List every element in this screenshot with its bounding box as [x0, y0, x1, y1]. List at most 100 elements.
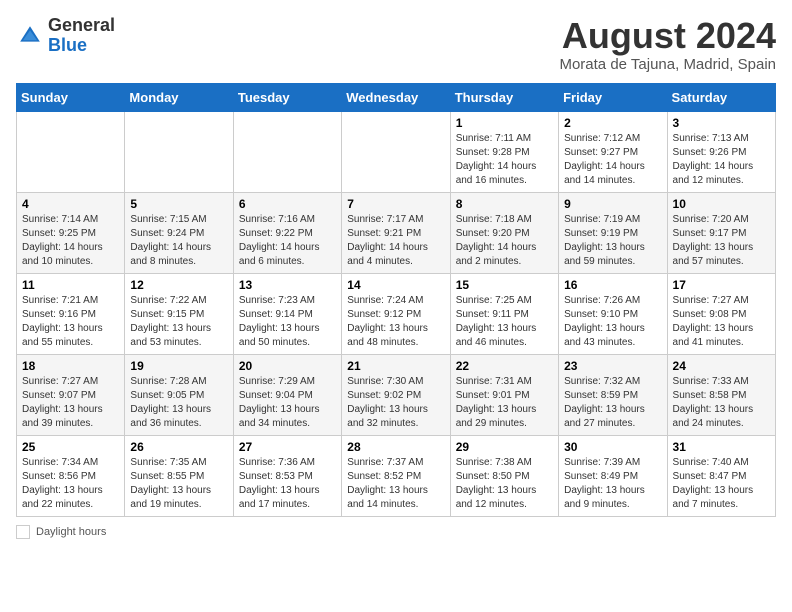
weekday-header-tuesday: Tuesday	[233, 83, 341, 111]
calendar-cell: 2 Sunrise: 7:12 AM Sunset: 9:27 PM Daylig…	[559, 111, 667, 192]
day-info: Sunrise: 7:30 AM Sunset: 9:02 PM Dayligh…	[347, 375, 444, 431]
day-info: Sunrise: 7:33 AM Sunset: 8:58 PM Dayligh…	[673, 375, 770, 431]
calendar-subtitle: Morata de Tajuna, Madrid, Spain	[559, 56, 776, 73]
weekday-header-monday: Monday	[125, 83, 233, 111]
day-info: Sunrise: 7:40 AM Sunset: 8:47 PM Dayligh…	[673, 456, 770, 512]
day-info: Sunrise: 7:24 AM Sunset: 9:12 PM Dayligh…	[347, 294, 444, 350]
day-number: 7	[347, 197, 444, 211]
day-number: 14	[347, 278, 444, 292]
day-number: 1	[456, 116, 553, 130]
calendar-cell: 26 Sunrise: 7:35 AM Sunset: 8:55 PM Dayli…	[125, 435, 233, 516]
calendar-cell: 8Sunrise: 7:18 AM Sunset: 9:20 PM Daylig…	[450, 192, 558, 273]
day-info: Sunrise: 7:37 AM Sunset: 8:52 PM Dayligh…	[347, 456, 444, 512]
calendar-cell	[17, 111, 125, 192]
day-info: Sunrise: 7:39 AM Sunset: 8:49 PM Dayligh…	[564, 456, 661, 512]
week-row-4: 18 Sunrise: 7:27 AM Sunset: 9:07 PM Dayli…	[17, 354, 776, 435]
week-row-2: 4 Sunrise: 7:14 AM Sunset: 9:25 PM Daylig…	[17, 192, 776, 273]
day-number: 10	[673, 197, 770, 211]
calendar-cell	[125, 111, 233, 192]
calendar-cell: 28 Sunrise: 7:37 AM Sunset: 8:52 PM Dayli…	[342, 435, 450, 516]
daylight-label: Daylight hours	[36, 526, 106, 538]
day-info: Sunrise: 7:35 AM Sunset: 8:55 PM Dayligh…	[130, 456, 227, 512]
day-number: 25	[22, 440, 119, 454]
day-number: 8	[456, 197, 553, 211]
calendar-cell: 21 Sunrise: 7:30 AM Sunset: 9:02 PM Dayli…	[342, 354, 450, 435]
day-number: 16	[564, 278, 661, 292]
day-number: 13	[239, 278, 336, 292]
calendar-cell: 17 Sunrise: 7:27 AM Sunset: 9:08 PM Dayli…	[667, 273, 775, 354]
calendar-cell: 18 Sunrise: 7:27 AM Sunset: 9:07 PM Dayli…	[17, 354, 125, 435]
day-number: 3	[673, 116, 770, 130]
day-number: 15	[456, 278, 553, 292]
week-row-3: 11 Sunrise: 7:21 AM Sunset: 9:16 PM Dayli…	[17, 273, 776, 354]
day-info: Sunrise: 7:14 AM Sunset: 9:25 PM Dayligh…	[22, 213, 119, 269]
day-number: 23	[564, 359, 661, 373]
day-info: Sunrise: 7:32 AM Sunset: 8:59 PM Dayligh…	[564, 375, 661, 431]
day-info: Sunrise: 7:28 AM Sunset: 9:05 PM Dayligh…	[130, 375, 227, 431]
day-number: 9	[564, 197, 661, 211]
weekday-header-wednesday: Wednesday	[342, 83, 450, 111]
day-number: 28	[347, 440, 444, 454]
day-info: Sunrise: 7:25 AM Sunset: 9:11 PM Dayligh…	[456, 294, 553, 350]
day-number: 29	[456, 440, 553, 454]
weekday-header-thursday: Thursday	[450, 83, 558, 111]
day-info: Sunrise: 7:16 AM Sunset: 9:22 PM Dayligh…	[239, 213, 336, 269]
calendar-cell: 24Sunrise: 7:33 AM Sunset: 8:58 PM Dayli…	[667, 354, 775, 435]
day-number: 31	[673, 440, 770, 454]
logo: General Blue	[16, 16, 115, 56]
day-info: Sunrise: 7:23 AM Sunset: 9:14 PM Dayligh…	[239, 294, 336, 350]
title-area: August 2024 Morata de Tajuna, Madrid, Sp…	[559, 16, 776, 73]
day-info: Sunrise: 7:26 AM Sunset: 9:10 PM Dayligh…	[564, 294, 661, 350]
calendar-cell: 27Sunrise: 7:36 AM Sunset: 8:53 PM Dayli…	[233, 435, 341, 516]
calendar-title: August 2024	[559, 16, 776, 56]
calendar-cell: 3Sunrise: 7:13 AM Sunset: 9:26 PM Daylig…	[667, 111, 775, 192]
day-number: 30	[564, 440, 661, 454]
weekday-header-sunday: Sunday	[17, 83, 125, 111]
day-number: 21	[347, 359, 444, 373]
day-info: Sunrise: 7:21 AM Sunset: 9:16 PM Dayligh…	[22, 294, 119, 350]
day-info: Sunrise: 7:12 AM Sunset: 9:27 PM Dayligh…	[564, 132, 661, 188]
logo-general-text: General	[48, 16, 115, 36]
daylight-box	[16, 525, 30, 539]
calendar-cell: 12Sunrise: 7:22 AM Sunset: 9:15 PM Dayli…	[125, 273, 233, 354]
header: General Blue August 2024 Morata de Tajun…	[16, 16, 776, 73]
day-number: 4	[22, 197, 119, 211]
calendar-cell: 5 Sunrise: 7:15 AM Sunset: 9:24 PM Daylig…	[125, 192, 233, 273]
calendar-cell: 6 Sunrise: 7:16 AM Sunset: 9:22 PM Daylig…	[233, 192, 341, 273]
day-info: Sunrise: 7:15 AM Sunset: 9:24 PM Dayligh…	[130, 213, 227, 269]
daylight-legend: Daylight hours	[16, 525, 106, 539]
day-info: Sunrise: 7:27 AM Sunset: 9:08 PM Dayligh…	[673, 294, 770, 350]
calendar-cell: 9 Sunrise: 7:19 AM Sunset: 9:19 PM Daylig…	[559, 192, 667, 273]
calendar-cell	[342, 111, 450, 192]
day-number: 19	[130, 359, 227, 373]
day-number: 17	[673, 278, 770, 292]
calendar-cell: 11 Sunrise: 7:21 AM Sunset: 9:16 PM Dayli…	[17, 273, 125, 354]
day-info: Sunrise: 7:27 AM Sunset: 9:07 PM Dayligh…	[22, 375, 119, 431]
day-number: 5	[130, 197, 227, 211]
calendar-cell: 23 Sunrise: 7:32 AM Sunset: 8:59 PM Dayli…	[559, 354, 667, 435]
calendar-cell: 13 Sunrise: 7:23 AM Sunset: 9:14 PM Dayli…	[233, 273, 341, 354]
day-info: Sunrise: 7:36 AM Sunset: 8:53 PM Dayligh…	[239, 456, 336, 512]
day-number: 6	[239, 197, 336, 211]
calendar-cell: 25 Sunrise: 7:34 AM Sunset: 8:56 PM Dayli…	[17, 435, 125, 516]
day-number: 26	[130, 440, 227, 454]
calendar-cell: 22Sunrise: 7:31 AM Sunset: 9:01 PM Dayli…	[450, 354, 558, 435]
weekday-header-row: SundayMondayTuesdayWednesdayThursdayFrid…	[17, 83, 776, 111]
week-row-1: 1Sunrise: 7:11 AM Sunset: 9:28 PM Daylig…	[17, 111, 776, 192]
calendar-cell: 10 Sunrise: 7:20 AM Sunset: 9:17 PM Dayli…	[667, 192, 775, 273]
day-info: Sunrise: 7:19 AM Sunset: 9:19 PM Dayligh…	[564, 213, 661, 269]
day-number: 2	[564, 116, 661, 130]
calendar-cell: 29 Sunrise: 7:38 AM Sunset: 8:50 PM Dayli…	[450, 435, 558, 516]
day-number: 12	[130, 278, 227, 292]
day-info: Sunrise: 7:34 AM Sunset: 8:56 PM Dayligh…	[22, 456, 119, 512]
day-info: Sunrise: 7:38 AM Sunset: 8:50 PM Dayligh…	[456, 456, 553, 512]
day-number: 18	[22, 359, 119, 373]
day-number: 11	[22, 278, 119, 292]
calendar-cell: 15 Sunrise: 7:25 AM Sunset: 9:11 PM Dayli…	[450, 273, 558, 354]
day-info: Sunrise: 7:20 AM Sunset: 9:17 PM Dayligh…	[673, 213, 770, 269]
calendar-cell	[233, 111, 341, 192]
calendar-cell: 30 Sunrise: 7:39 AM Sunset: 8:49 PM Dayli…	[559, 435, 667, 516]
calendar-cell: 7Sunrise: 7:17 AM Sunset: 9:21 PM Daylig…	[342, 192, 450, 273]
day-info: Sunrise: 7:29 AM Sunset: 9:04 PM Dayligh…	[239, 375, 336, 431]
day-info: Sunrise: 7:31 AM Sunset: 9:01 PM Dayligh…	[456, 375, 553, 431]
